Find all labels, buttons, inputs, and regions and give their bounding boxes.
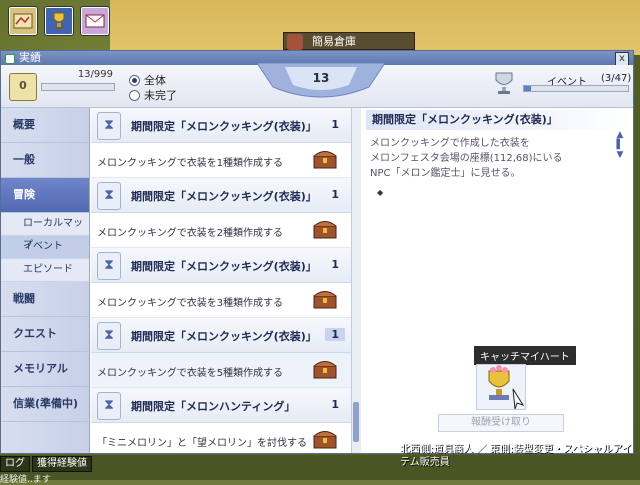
achievement-detail-panel: 期間限定「メロンクッキング(衣装)」 メロンクッキングで作成した衣装を メロンフ… <box>362 108 633 453</box>
reward-trophy-icon <box>488 365 525 410</box>
reward-chest-icon <box>313 221 337 239</box>
event-trophy-icon <box>495 72 513 94</box>
hourglass-icon: ⧗ <box>97 112 121 140</box>
reward-chest-icon <box>313 151 337 169</box>
sidebar-subitem-episode[interactable]: エピソード <box>1 259 89 282</box>
achievement-row-selected[interactable]: ⧗ 期間限定「メロンクッキング(衣装)」 1 <box>91 318 351 353</box>
window-title: 実績 <box>19 51 41 64</box>
reward-chest-icon <box>313 361 337 379</box>
achievement-description-row[interactable]: メロンクッキングで衣装を3種類作成する <box>91 283 351 318</box>
total-count: 13/999 <box>77 69 113 80</box>
achievement-row[interactable]: ⧗ 期間限定「メロンハンティング」 1 <box>91 388 351 423</box>
achievement-description: メロンクッキングで衣装を1種類作成する <box>97 158 284 169</box>
filter-incomplete-option[interactable]: 未完了 <box>129 87 177 103</box>
mail-icon[interactable] <box>80 6 110 36</box>
sidebar-subitem-event[interactable]: イベント <box>1 236 89 259</box>
sidebar-item-battle[interactable]: 戦闘 <box>1 282 89 317</box>
sidebar-item-job[interactable]: 信業(準備中) <box>1 387 89 422</box>
detail-scroll-arrows-icon[interactable]: ▲ ▌ ▼ <box>615 130 625 164</box>
achievement-badge-icon: 0 <box>9 73 37 101</box>
filter-incomplete-label: 未完了 <box>144 89 177 102</box>
close-button[interactable]: x <box>615 52 629 66</box>
npc-nameplate[interactable]: 簡易倉庫 <box>283 32 415 50</box>
npc-portrait-icon <box>287 34 303 50</box>
achievement-description: メロンクッキングで衣装を5種類作成する <box>97 368 284 379</box>
filter-all-option[interactable]: 全体 <box>129 72 166 88</box>
achievement-row[interactable]: ⧗ 期間限定「メロンクッキング(衣装)」 1 <box>91 178 351 213</box>
achievement-count: 1 <box>331 118 339 131</box>
achievement-description-row[interactable]: メロンクッキングで衣装を1種類作成する <box>91 143 351 178</box>
hourglass-icon: ⧗ <box>97 392 121 420</box>
detail-description: メロンクッキングで作成した衣装を メロンフェスタ会場の座標(112,68)にいる… <box>370 136 633 181</box>
achievement-row[interactable]: ⧗ 期間限定「メロンクッキング(衣装)」 1 <box>91 108 351 143</box>
category-sidebar: 概要 一般 冒険 ローカルマップ イベント エピソード 戦闘 クエスト メモリア… <box>1 108 90 453</box>
event-progress-fill <box>524 86 531 91</box>
npc-info-message: 北西側:道具商人 ／ 東側:装型変更・スペシャルアイテム販売員 <box>400 444 632 468</box>
npc-name: 簡易倉庫 <box>312 35 356 48</box>
hourglass-icon: ⧗ <box>97 322 121 350</box>
reward-chest-icon <box>313 431 337 449</box>
sidebar-item-overview[interactable]: 概要 <box>1 108 89 143</box>
sidebar-item-memorial[interactable]: メモリアル <box>1 352 89 387</box>
map-icon[interactable] <box>8 6 38 36</box>
window-body: 概要 一般 冒険 ローカルマップ イベント エピソード 戦闘 クエスト メモリア… <box>1 108 633 453</box>
bullet-marker: ◆ <box>377 188 384 197</box>
achievement-count: 1 <box>331 398 339 411</box>
tab-exp[interactable]: 獲得経験値 <box>32 456 92 472</box>
reward-tooltip: キャッチマイハート <box>474 346 576 365</box>
achievement-description-row[interactable]: 「ミニメロリン」と「望メロリン」を討伐する <box>91 423 351 453</box>
achievement-description-row[interactable]: メロンクッキングで衣装を5種類作成する <box>91 353 351 388</box>
sidebar-item-quest[interactable]: クエスト <box>1 317 89 352</box>
achievement-count: 1 <box>331 188 339 201</box>
achievement-description-row[interactable]: メロンクッキングで衣装を2種類作成する <box>91 213 351 248</box>
detail-title: 期間限定「メロンクッキング(衣装)」 <box>366 110 633 130</box>
achievement-list: ⧗ 期間限定「メロンクッキング(衣装)」 1 メロンクッキングで衣装を1種類作成… <box>91 108 351 453</box>
hourglass-icon: ⧗ <box>97 252 121 280</box>
claim-reward-button[interactable]: 報酬受け取り <box>438 414 564 432</box>
event-progress-bar <box>523 85 629 92</box>
sidebar-item-general[interactable]: 一般 <box>1 143 89 178</box>
total-progress-bar <box>41 83 115 91</box>
tab-log[interactable]: ログ <box>0 456 30 472</box>
window-icon <box>5 54 15 64</box>
reward-chest-icon <box>313 291 337 309</box>
achievement-title: 期間限定「メロンハンティング」 <box>131 400 296 413</box>
hourglass-icon: ⧗ <box>97 182 121 210</box>
trophy-icon[interactable] <box>44 6 74 36</box>
achievement-title: 期間限定「メロンクッキング(衣装)」 <box>131 330 317 343</box>
sidebar-item-adventure[interactable]: 冒険 <box>1 178 89 213</box>
achievement-description: メロンクッキングで衣装を3種類作成する <box>97 298 284 309</box>
achievement-title: 期間限定「メロンクッキング(衣装)」 <box>131 190 317 203</box>
detail-line: メロンクッキングで作成した衣装を <box>370 138 530 149</box>
detail-line: NPC「メロン鑑定士」に見せる。 <box>370 168 521 179</box>
achievement-window: 実績 x 0 13/999 全体 未完了 13 イベント (3/47) 概要 一… <box>0 50 634 454</box>
summary-bar: 0 13/999 全体 未完了 13 イベント (3/47) <box>1 63 633 108</box>
filter-incomplete-radio[interactable] <box>129 89 140 101</box>
filter-all-radio[interactable] <box>129 74 140 86</box>
achievement-count: 1 <box>325 328 345 341</box>
achievement-title: 期間限定「メロンクッキング(衣装)」 <box>131 120 317 133</box>
reward-item-slot[interactable] <box>476 364 526 410</box>
chat-line: 経験値..ます <box>0 475 51 485</box>
achievement-count: 1 <box>331 258 339 271</box>
sidebar-subitem-local-map[interactable]: ローカルマップ <box>1 213 89 251</box>
event-count: (3/47) <box>601 73 632 84</box>
filter-all-label: 全体 <box>144 74 166 87</box>
detail-line: メロンフェスタ会場の座標(112,68)にいる <box>370 153 563 164</box>
achievement-points: 13 <box>312 71 330 85</box>
achievement-description: 「ミニメロリン」と「望メロリン」を討伐する <box>97 438 307 449</box>
list-scrollbar-thumb[interactable] <box>353 402 359 442</box>
achievement-title: 期間限定「メロンクッキング(衣装)」 <box>131 260 317 273</box>
list-scrollbar[interactable] <box>351 108 361 453</box>
achievement-row[interactable]: ⧗ 期間限定「メロンクッキング(衣装)」 1 <box>91 248 351 283</box>
achievement-description: メロンクッキングで衣装を2種類作成する <box>97 228 284 239</box>
